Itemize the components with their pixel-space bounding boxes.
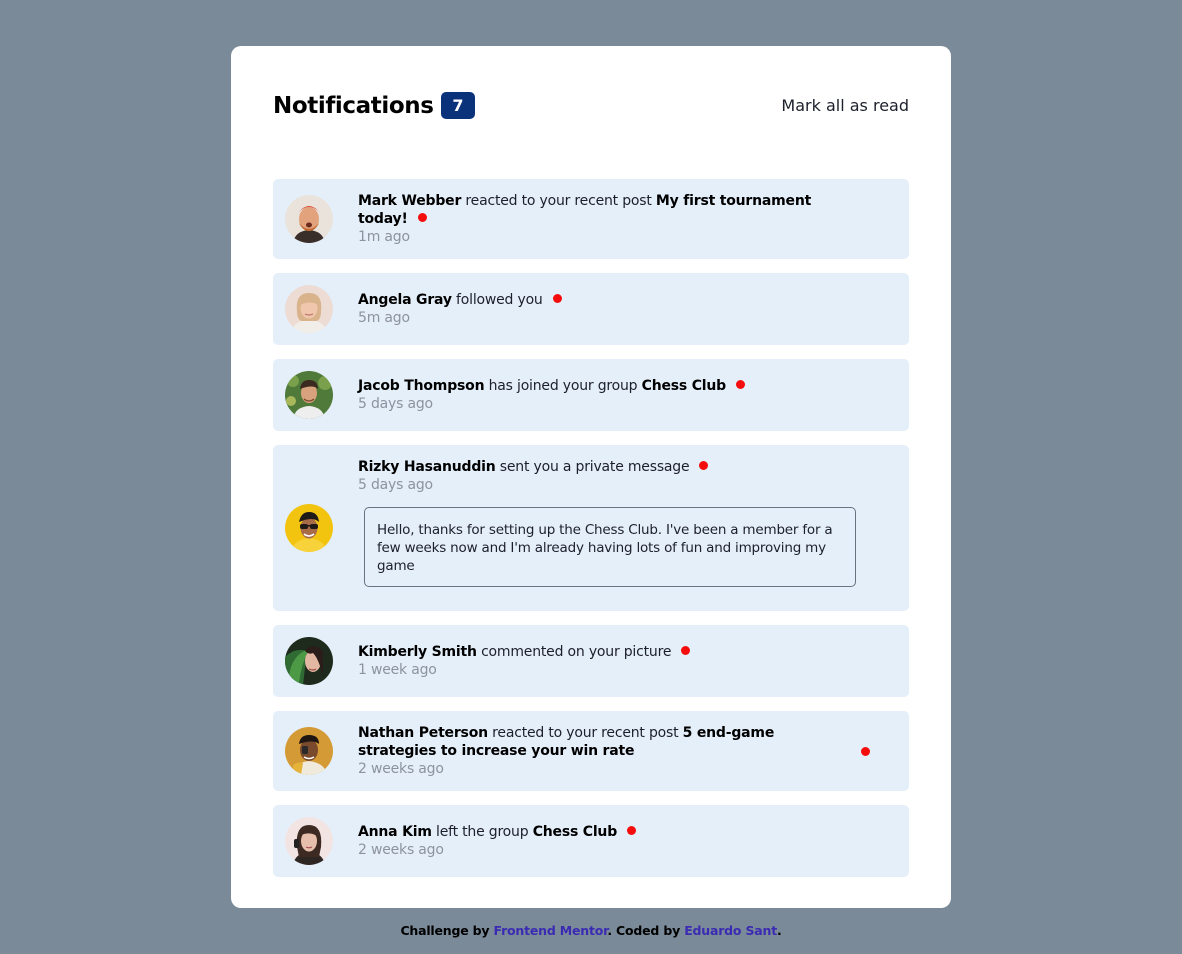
notification-action: reacted to your recent post — [492, 725, 679, 741]
kimberly-smith-avatar[interactable] — [285, 637, 333, 685]
notification-user-name[interactable]: Jacob Thompson — [358, 378, 485, 394]
author-link[interactable]: Eduardo Sant — [684, 923, 777, 938]
notification-text: Nathan Peterson reacted to your recent p… — [358, 724, 849, 760]
notification-time: 5 days ago — [358, 396, 433, 412]
notification-text: Anna Kim left the group Chess Club — [358, 823, 849, 841]
notification-action: sent you a private message — [499, 459, 690, 475]
nathan-peterson-avatar[interactable] — [285, 727, 333, 775]
notification-text: Rizky Hasanuddin sent you a private mess… — [358, 458, 856, 476]
unread-dot — [627, 826, 637, 835]
notification-action: followed you — [456, 292, 543, 308]
notification-text: Mark Webber reacted to your recent post … — [358, 192, 849, 228]
notification-text: Angela Gray followed you — [358, 291, 849, 309]
notifications-header: Notifications 7 Mark all as read — [273, 92, 909, 120]
unread-dot — [552, 294, 562, 303]
notification-action: reacted to your recent post — [465, 193, 652, 209]
mark-webber-avatar[interactable] — [285, 195, 333, 243]
notification-time: 2 weeks ago — [358, 761, 444, 777]
notification-content: Nathan Peterson reacted to your recent p… — [358, 724, 849, 778]
notification-time: 5 days ago — [358, 477, 433, 493]
notification-content: Jacob Thompson has joined your group Che… — [358, 377, 849, 413]
notification-action: has joined your group — [488, 378, 638, 394]
notification-user-name[interactable]: Nathan Peterson — [358, 725, 488, 741]
unread-count-badge: 7 — [441, 92, 475, 119]
notification-content: Rizky Hasanuddin sent you a private mess… — [358, 458, 856, 587]
notification-target-link[interactable]: Chess Club — [533, 824, 618, 840]
notification-content: Mark Webber reacted to your recent post … — [358, 192, 849, 246]
notification-time: 1 week ago — [358, 662, 437, 678]
unread-dot — [699, 461, 709, 470]
page-title: Notifications — [273, 93, 434, 119]
notification-user-name[interactable]: Mark Webber — [358, 193, 461, 209]
notification-list: Mark Webber reacted to your recent post … — [273, 179, 909, 891]
notification-time: 2 weeks ago — [358, 842, 444, 858]
angela-gray-avatar[interactable] — [285, 285, 333, 333]
notifications-card: Notifications 7 Mark all as read Mark We… — [231, 46, 951, 908]
notification-time: 5m ago — [358, 310, 410, 326]
notification-content: Angela Gray followed you 5m ago — [358, 291, 849, 327]
notification-text: Kimberly Smith commented on your picture — [358, 643, 849, 661]
notification-item[interactable]: Mark Webber reacted to your recent post … — [273, 179, 909, 259]
notification-content: Kimberly Smith commented on your picture… — [358, 643, 849, 679]
notification-item[interactable]: Nathan Peterson reacted to your recent p… — [273, 711, 909, 791]
notification-item[interactable]: Rizky Hasanuddin sent you a private mess… — [273, 445, 909, 611]
unread-dot — [735, 380, 745, 389]
notification-time: 1m ago — [358, 229, 410, 245]
notification-item[interactable]: Anna Kim left the group Chess Club 2 wee… — [273, 805, 909, 877]
unread-dot — [861, 747, 870, 756]
notification-item[interactable]: Kimberly Smith commented on your picture… — [273, 625, 909, 697]
notification-user-name[interactable]: Kimberly Smith — [358, 644, 477, 660]
jacob-thompson-avatar[interactable] — [285, 371, 333, 419]
mark-all-as-read-button[interactable]: Mark all as read — [781, 92, 909, 120]
notification-action: commented on your picture — [481, 644, 672, 660]
notification-item[interactable]: Angela Gray followed you 5m ago — [273, 273, 909, 345]
anna-kim-avatar[interactable] — [285, 817, 333, 865]
notification-user-name[interactable]: Anna Kim — [358, 824, 432, 840]
notification-item[interactable]: Jacob Thompson has joined your group Che… — [273, 359, 909, 431]
notification-action: left the group — [436, 824, 529, 840]
attribution-suffix: . — [776, 923, 782, 938]
notification-user-name[interactable]: Angela Gray — [358, 292, 452, 308]
rizky-hasanuddin-avatar[interactable] — [285, 504, 333, 552]
notification-user-name[interactable]: Rizky Hasanuddin — [358, 459, 496, 475]
notification-text: Jacob Thompson has joined your group Che… — [358, 377, 849, 395]
private-message-preview[interactable]: Hello, thanks for setting up the Chess C… — [364, 507, 856, 587]
attribution-prefix: Challenge by — [400, 923, 490, 938]
notification-content: Anna Kim left the group Chess Club 2 wee… — [358, 823, 849, 859]
attribution-footer: Challenge by Frontend Mentor. Coded by E… — [0, 923, 1182, 938]
frontend-mentor-link[interactable]: Frontend Mentor — [494, 923, 608, 938]
attribution-middle: . Coded by — [607, 923, 681, 938]
notification-target-link[interactable]: Chess Club — [642, 378, 727, 394]
unread-dot — [417, 213, 427, 222]
unread-dot — [681, 646, 691, 655]
